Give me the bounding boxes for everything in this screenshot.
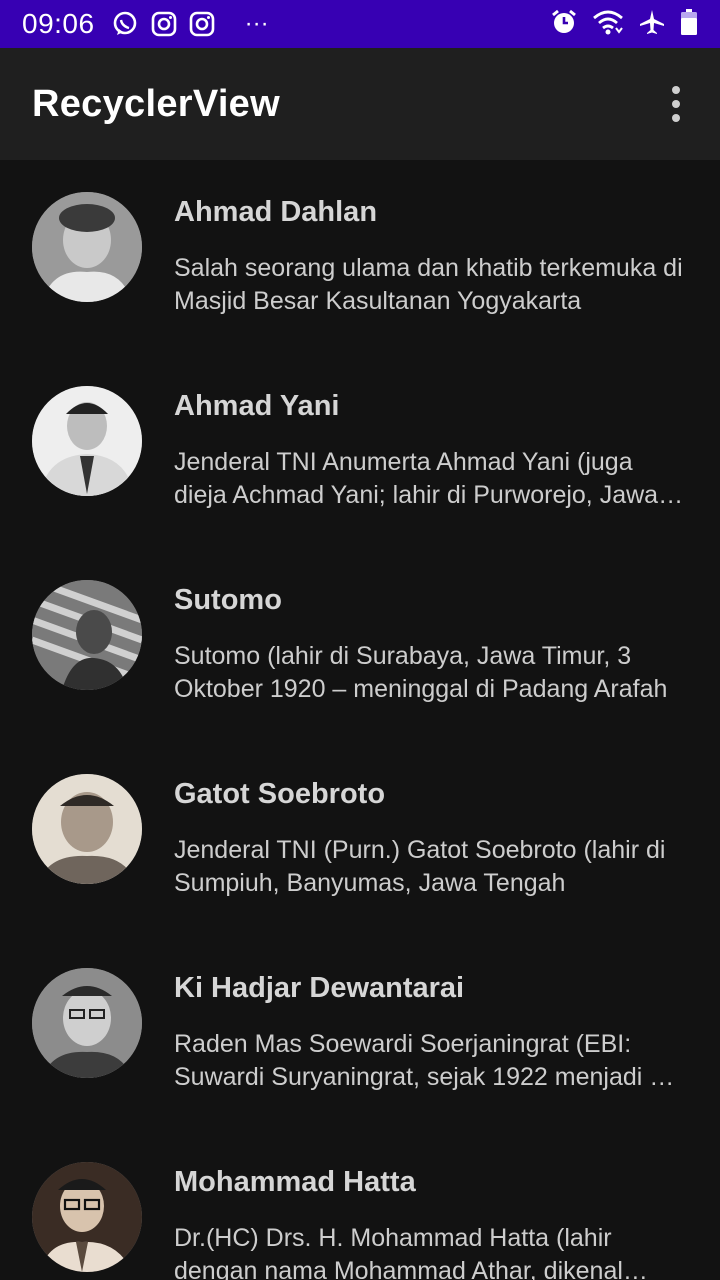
status-bar: 09:06 ··· [0,0,720,48]
list-item[interactable]: Sutomo Sutomo (lahir di Surabaya, Jawa T… [0,548,720,742]
instagram-icon [151,11,177,37]
list-item[interactable]: Ahmad Dahlan Salah seorang ulama dan kha… [0,160,720,354]
list-item[interactable]: Ki Hadjar Dewantarai Raden Mas Soewardi … [0,936,720,1130]
avatar [32,774,142,884]
whatsapp-icon [111,10,139,38]
hero-description: Salah seorang ulama dan khatib terkemuka… [174,254,683,315]
hero-name: Sutomo [174,584,282,616]
avatar [32,968,142,1078]
status-time: 09:06 [22,8,95,39]
avatar [32,580,142,690]
hero-name: Ki Hadjar Dewantarai [174,972,465,1004]
hero-description: Jenderal TNI (Purn.) Gatot Soebroto (lah… [174,836,666,897]
hero-list[interactable]: Ahmad Dahlan Salah seorang ulama dan kha… [0,160,720,1280]
hero-name: Gatot Soebroto [174,778,386,810]
hero-description: Raden Mas Soewardi Soerjaningrat (EBI: S… [174,1030,672,1091]
list-item[interactable]: Gatot Soebroto Jenderal TNI (Purn.) Gato… [0,742,720,936]
instagram-icon [189,11,215,37]
hero-description: Sutomo (lahir di Surabaya, Jawa Timur, 3… [174,642,668,703]
hero-name: Mohammad Hatta [174,1166,416,1198]
overflow-menu-icon[interactable] [656,76,696,132]
app-title: RecyclerView [32,82,280,125]
avatar [32,386,142,496]
hero-description: Dr.(HC) Drs. H. Mohammad Hatta (lahir de… [174,1224,623,1280]
avatar [32,1162,142,1272]
hero-description: Jenderal TNI Anumerta Ahmad Yani (juga d… [174,448,659,509]
app-bar: RecyclerView [0,48,720,160]
hero-name: Ahmad Dahlan [174,196,378,228]
list-item[interactable]: Ahmad Yani Jenderal TNI Anumerta Ahmad Y… [0,354,720,548]
list-item[interactable]: Mohammad Hatta Dr.(HC) Drs. H. Mohammad … [0,1130,720,1280]
hero-name: Ahmad Yani [174,390,340,422]
more-notifications-icon: ··· [244,10,269,37]
alarm-icon [550,8,578,41]
avatar [32,192,142,302]
wifi-icon [592,8,624,41]
airplane-mode-icon [638,8,666,41]
battery-icon [680,8,698,41]
